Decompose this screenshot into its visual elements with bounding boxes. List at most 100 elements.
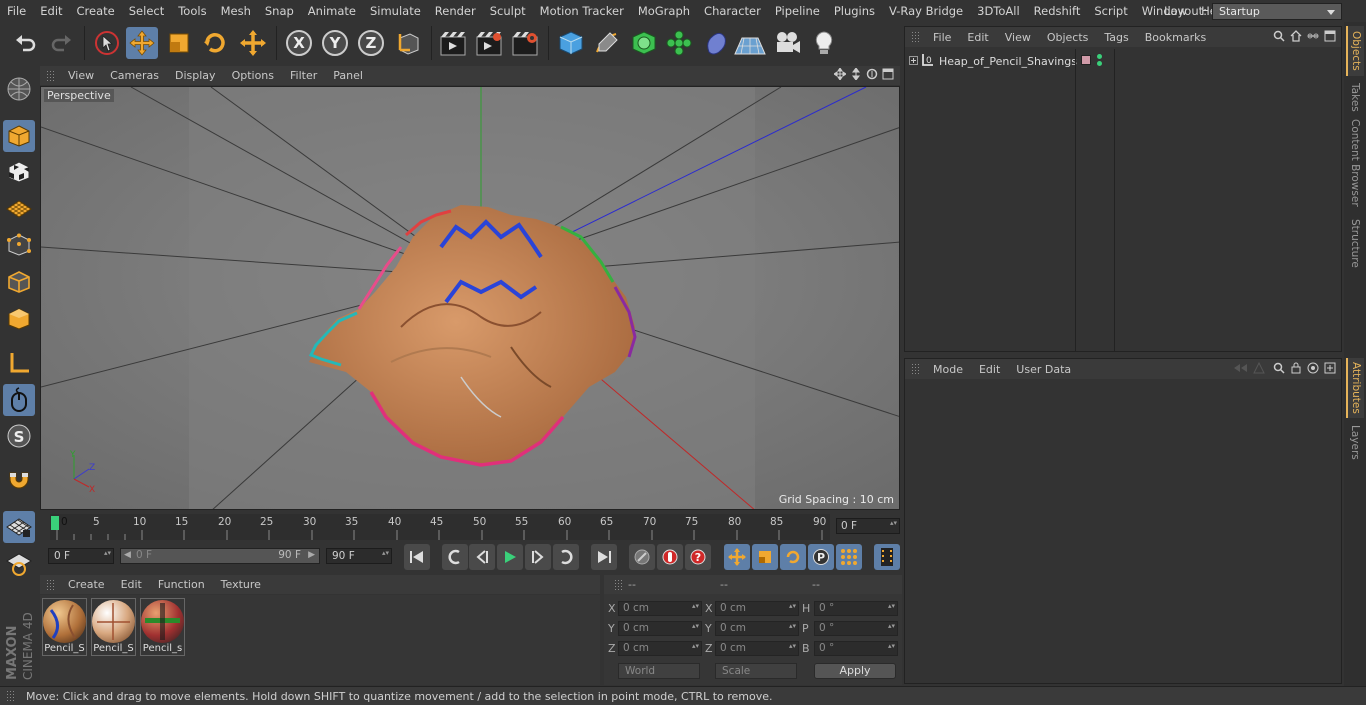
polygons-mode-icon[interactable] (3, 303, 35, 335)
x-axis-icon[interactable]: X (283, 27, 315, 59)
deformer-icon[interactable] (700, 27, 732, 59)
object-name[interactable]: Heap_of_Pencil_Shavings (939, 55, 1077, 68)
material-menu-edit[interactable]: Edit (113, 578, 150, 591)
motion-record-icon[interactable] (629, 544, 655, 570)
up-icon[interactable] (1253, 361, 1265, 377)
expand-icon[interactable] (909, 55, 918, 68)
rotation-p-field[interactable]: 0 ° (814, 621, 898, 636)
menu-select[interactable]: Select (122, 0, 171, 22)
link-icon[interactable] (1307, 30, 1319, 45)
viewport-menu-panel[interactable]: Panel (325, 69, 371, 82)
rotate-icon[interactable] (199, 27, 231, 59)
menu-mograph[interactable]: MoGraph (631, 0, 697, 22)
viewport-menu-options[interactable]: Options (224, 69, 282, 82)
undo-icon[interactable] (10, 27, 42, 59)
cloner-icon[interactable] (663, 27, 695, 59)
floor-environment-icon[interactable] (734, 27, 766, 59)
subdivision-nurbs-icon[interactable] (628, 27, 660, 59)
workplane-lock-icon[interactable] (3, 511, 35, 543)
end-frame-field[interactable]: 90 F (326, 548, 392, 564)
menu-tools[interactable]: Tools (171, 0, 213, 22)
coordinate-system-icon[interactable] (393, 27, 425, 59)
new-panel-icon[interactable] (1324, 362, 1336, 377)
menu-simulate[interactable]: Simulate (363, 0, 428, 22)
next-frame-icon[interactable] (525, 544, 551, 570)
tab-structure[interactable]: Structure (1346, 214, 1364, 272)
attribute-menu-edit[interactable]: Edit (971, 363, 1008, 376)
viewport-maximize-icon[interactable] (882, 68, 894, 83)
axis-mode-icon[interactable] (3, 347, 35, 379)
editor-visibility-dot[interactable] (1097, 54, 1102, 59)
record-keys-icon[interactable] (657, 544, 683, 570)
render-view-icon[interactable] (437, 27, 469, 59)
menu-script[interactable]: Script (1087, 0, 1134, 22)
y-axis-icon[interactable]: Y (319, 27, 351, 59)
tab-objects[interactable]: Objects (1346, 26, 1364, 76)
autokey-icon[interactable]: ? (685, 544, 711, 570)
key-scale-icon[interactable] (752, 544, 778, 570)
tree-item[interactable]: 0 Heap_of_Pencil_Shavings (909, 53, 1077, 70)
viewport-camera-label[interactable]: Perspective (44, 89, 114, 102)
menu-vray-bridge[interactable]: V-Ray Bridge (882, 0, 970, 22)
search-icon[interactable] (1273, 30, 1285, 45)
goto-end-icon[interactable] (591, 544, 617, 570)
attribute-menu-user-data[interactable]: User Data (1008, 363, 1079, 376)
key-rotation-icon[interactable] (780, 544, 806, 570)
object-menu-bookmarks[interactable]: Bookmarks (1137, 31, 1214, 44)
tab-takes[interactable]: Takes (1346, 80, 1364, 114)
render-settings-icon[interactable] (509, 27, 541, 59)
recent-tool-icon[interactable] (237, 27, 269, 59)
solo-icon[interactable]: S (3, 420, 35, 452)
move-icon[interactable] (126, 27, 158, 59)
menu-redshift[interactable]: Redshift (1027, 0, 1088, 22)
layer-color-swatch[interactable] (1081, 55, 1091, 65)
material-swatch[interactable]: Pencil_S (42, 598, 87, 656)
material-swatch[interactable]: Pencil_S (91, 598, 136, 656)
goto-start-icon[interactable] (404, 544, 430, 570)
render-picture-viewer-icon[interactable] (473, 27, 505, 59)
menu-character[interactable]: Character (697, 0, 768, 22)
timeline-window-icon[interactable] (874, 544, 900, 570)
pen-spline-icon[interactable] (591, 27, 623, 59)
object-menu-file[interactable]: File (925, 31, 959, 44)
play-icon[interactable] (497, 544, 523, 570)
coordinate-space-select[interactable]: World (618, 663, 700, 679)
size-x-field[interactable]: 0 cm (715, 601, 799, 616)
object-menu-edit[interactable]: Edit (959, 31, 996, 44)
live-selection-icon[interactable] (91, 27, 123, 59)
key-pla-icon[interactable] (836, 544, 862, 570)
size-y-field[interactable]: 0 cm (715, 621, 799, 636)
menu-pipeline[interactable]: Pipeline (768, 0, 827, 22)
texture-mode-icon[interactable] (3, 156, 35, 188)
menu-render[interactable]: Render (428, 0, 483, 22)
prev-key-icon[interactable] (442, 544, 468, 570)
edges-mode-icon[interactable] (3, 266, 35, 298)
cube-primitive-icon[interactable] (555, 27, 587, 59)
menu-mesh[interactable]: Mesh (214, 0, 258, 22)
render-visibility-dot[interactable] (1097, 61, 1102, 66)
tweak-mode-icon[interactable] (3, 384, 35, 416)
material-menu-create[interactable]: Create (60, 578, 113, 591)
menu-create[interactable]: Create (70, 0, 122, 22)
tab-content-browser[interactable]: Content Browser (1346, 118, 1364, 208)
viewport-menu-display[interactable]: Display (167, 69, 224, 82)
object-menu-tags[interactable]: Tags (1096, 31, 1136, 44)
menu-animate[interactable]: Animate (301, 0, 363, 22)
layout-select[interactable]: Startup (1212, 2, 1342, 20)
viewport-rotate-icon[interactable] (866, 68, 878, 83)
model-mode-icon[interactable] (3, 120, 35, 152)
rotation-b-field[interactable]: 0 ° (814, 641, 898, 656)
next-key-icon[interactable] (553, 544, 579, 570)
menu-edit[interactable]: Edit (33, 0, 69, 22)
menu-file[interactable]: File (0, 0, 33, 22)
key-parameter-icon[interactable]: P (808, 544, 834, 570)
material-menu-texture[interactable]: Texture (213, 578, 269, 591)
points-mode-icon[interactable] (3, 229, 35, 261)
target-icon[interactable] (1307, 362, 1319, 377)
menu-snap[interactable]: Snap (258, 0, 301, 22)
viewport-zoom-icon[interactable] (850, 67, 862, 83)
position-x-field[interactable]: 0 cm (618, 601, 702, 616)
size-z-field[interactable]: 0 cm (715, 641, 799, 656)
3d-viewport[interactable]: Y Z X Perspective Grid Spacing : 10 cm (40, 86, 900, 510)
object-menu-view[interactable]: View (997, 31, 1039, 44)
